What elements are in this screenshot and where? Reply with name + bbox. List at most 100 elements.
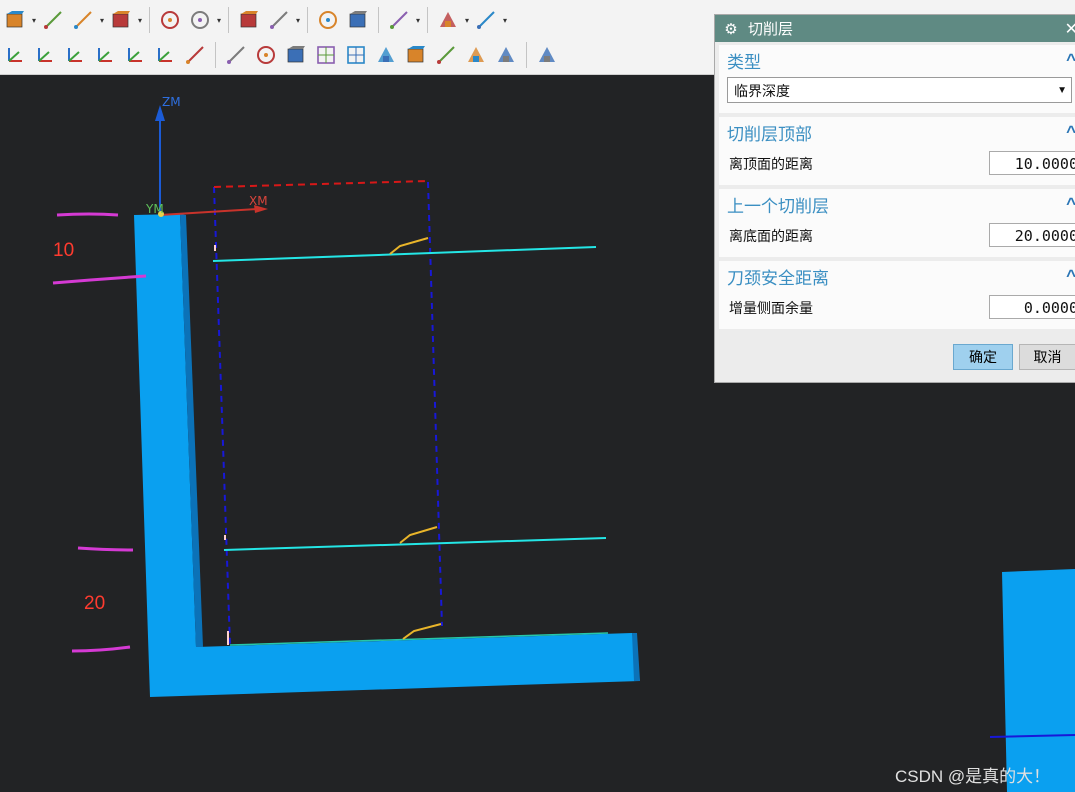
csys-xc-icon[interactable] — [92, 42, 118, 68]
dropdown-arrow-icon[interactable]: ▾ — [136, 7, 144, 33]
depth-marker-2 — [399, 526, 438, 544]
csys-rotate-icon[interactable] — [32, 42, 58, 68]
cross-icon[interactable] — [433, 42, 459, 68]
layers-icon[interactable] — [236, 7, 262, 33]
axis-icon[interactable] — [266, 7, 292, 33]
ok-button[interactable]: 确定 — [953, 344, 1013, 370]
circle-icon[interactable] — [403, 42, 429, 68]
toolbar-row-top: ▾ ▾ ▾ ▾ ▾ ▾ ▾ ▾ — [0, 3, 509, 37]
magenta-mark-1 — [56, 212, 119, 217]
section-type-header[interactable]: 类型 ^ — [719, 45, 1075, 75]
bottom-distance-field[interactable]: 20.0000 — [989, 223, 1075, 247]
chevron-up-icon[interactable]: ^ — [1066, 194, 1075, 214]
annotation-10: 10 — [53, 240, 75, 261]
blue-dash-left — [213, 186, 231, 646]
chevron-up-icon[interactable]: ^ — [1066, 122, 1075, 142]
line-icon[interactable] — [253, 42, 279, 68]
dropdown-arrow-icon[interactable]: ▾ — [294, 7, 302, 33]
section-tool-header[interactable]: 刀颈安全距离 ^ — [719, 261, 1075, 291]
magenta-mark-4 — [71, 645, 131, 653]
depth-marker-1 — [389, 237, 429, 255]
part-body-right — [1002, 569, 1075, 792]
bottom-distance-label: 离底面的距离 — [729, 228, 813, 244]
section-tool-clearance: 刀颈安全距离 ^ 增量侧面余量 0.0000 — [719, 261, 1075, 329]
dialog-title: 切削层 — [748, 21, 794, 38]
dropdown-arrow-icon[interactable]: ▾ — [98, 7, 106, 33]
snap-point-icon[interactable] — [223, 42, 249, 68]
part-body — [134, 214, 640, 697]
section-icon[interactable] — [435, 7, 461, 33]
side-stock-field[interactable]: 0.0000 — [989, 295, 1075, 319]
section-tool-title: 刀颈安全距离 — [727, 268, 829, 288]
toolbar-separator — [526, 42, 527, 68]
bottom-distance-row: 离底面的距离 20.0000 — [719, 219, 1075, 253]
palette-icon[interactable] — [345, 7, 371, 33]
segment-icon[interactable] — [283, 42, 309, 68]
type-select[interactable]: 临界深度 ▼ — [727, 77, 1072, 103]
dropdown-arrow-icon[interactable]: ▾ — [215, 7, 223, 33]
level-line-1 — [212, 246, 597, 262]
csys-icon[interactable] — [2, 42, 28, 68]
side-stock-label: 增量侧面余量 — [729, 300, 813, 316]
curve-icon[interactable] — [313, 42, 339, 68]
depth-marker-3 — [402, 623, 442, 640]
section-type: 类型 ^ 临界深度 ▼ — [719, 45, 1075, 113]
ym-axis-label: YM — [146, 202, 164, 216]
dropdown-arrow-icon[interactable]: ▾ — [463, 7, 471, 33]
cut-levels-dialog: ⚙ 切削层 ✕ 类型 ^ 临界深度 ▼ 切削层顶部 ^ 离顶面的距离 10.00… — [714, 14, 1075, 383]
arc-icon[interactable] — [343, 42, 369, 68]
red-dash-top — [213, 180, 429, 188]
close-icon[interactable]: ✕ — [1065, 19, 1075, 39]
type-select-value: 临界深度 — [734, 83, 790, 99]
type-row: 临界深度 ▼ — [719, 75, 1075, 109]
dialog-titlebar[interactable]: ⚙ 切削层 ✕ — [715, 15, 1075, 42]
feature-icon[interactable] — [187, 7, 213, 33]
csys-yc-icon[interactable] — [122, 42, 148, 68]
top-distance-field[interactable]: 10.0000 — [989, 151, 1075, 175]
object-icon[interactable] — [493, 42, 519, 68]
section-top: 切削层顶部 ^ 离顶面的距离 10.0000 — [719, 117, 1075, 185]
level-line-2 — [223, 537, 607, 551]
toolbar-separator — [378, 7, 379, 33]
dropdown-arrow-icon[interactable]: ▾ — [501, 7, 509, 33]
color-box-icon[interactable] — [108, 7, 134, 33]
cancel-button[interactable]: 取消 — [1019, 344, 1075, 370]
surface-icon[interactable] — [70, 7, 96, 33]
xm-axis-line — [159, 208, 259, 216]
measure-icon[interactable] — [473, 7, 499, 33]
toolbar-separator — [228, 7, 229, 33]
chevron-up-icon[interactable]: ^ — [1066, 266, 1075, 286]
csys-edit-icon[interactable] — [152, 42, 178, 68]
side-stock-row: 增量侧面余量 0.0000 — [719, 291, 1075, 325]
chevron-down-icon: ▼ — [1057, 85, 1067, 96]
section-previous-title: 上一个切削层 — [727, 196, 829, 216]
section-top-header[interactable]: 切削层顶部 ^ — [719, 117, 1075, 147]
top-distance-label: 离顶面的距离 — [729, 156, 813, 172]
edit-icon[interactable] — [315, 7, 341, 33]
toolbar-separator — [427, 7, 428, 33]
magenta-mark-2 — [52, 274, 147, 285]
save-view-icon[interactable] — [182, 42, 208, 68]
extrude-icon[interactable] — [157, 7, 183, 33]
dropdown-arrow-icon[interactable]: ▾ — [30, 7, 38, 33]
grid-icon[interactable] — [534, 42, 560, 68]
cube-icon[interactable] — [2, 7, 28, 33]
section-previous: 上一个切削层 ^ 离底面的距离 20.0000 — [719, 189, 1075, 257]
diagonal-icon[interactable] — [463, 42, 489, 68]
section-top-title: 切削层顶部 — [727, 124, 812, 144]
circle-point-icon[interactable] — [373, 42, 399, 68]
chevron-up-icon[interactable]: ^ — [1066, 50, 1075, 70]
section-previous-header[interactable]: 上一个切削层 ^ — [719, 189, 1075, 219]
zm-axis-label: ZM — [162, 95, 181, 109]
folder-icon[interactable] — [40, 7, 66, 33]
top-distance-row: 离顶面的距离 10.0000 — [719, 147, 1075, 181]
xm-axis-label: XM — [249, 194, 268, 208]
dropdown-arrow-icon[interactable]: ▾ — [414, 7, 422, 33]
blue-dash-right — [427, 181, 443, 627]
watermark: CSDN @是真的大！ — [895, 767, 1051, 786]
gear-icon[interactable]: ⚙ — [720, 20, 742, 38]
toolbar-row-bottom — [0, 38, 562, 72]
csys-origin-icon[interactable] — [62, 42, 88, 68]
toolbar-separator — [215, 42, 216, 68]
view-icon[interactable] — [386, 7, 412, 33]
